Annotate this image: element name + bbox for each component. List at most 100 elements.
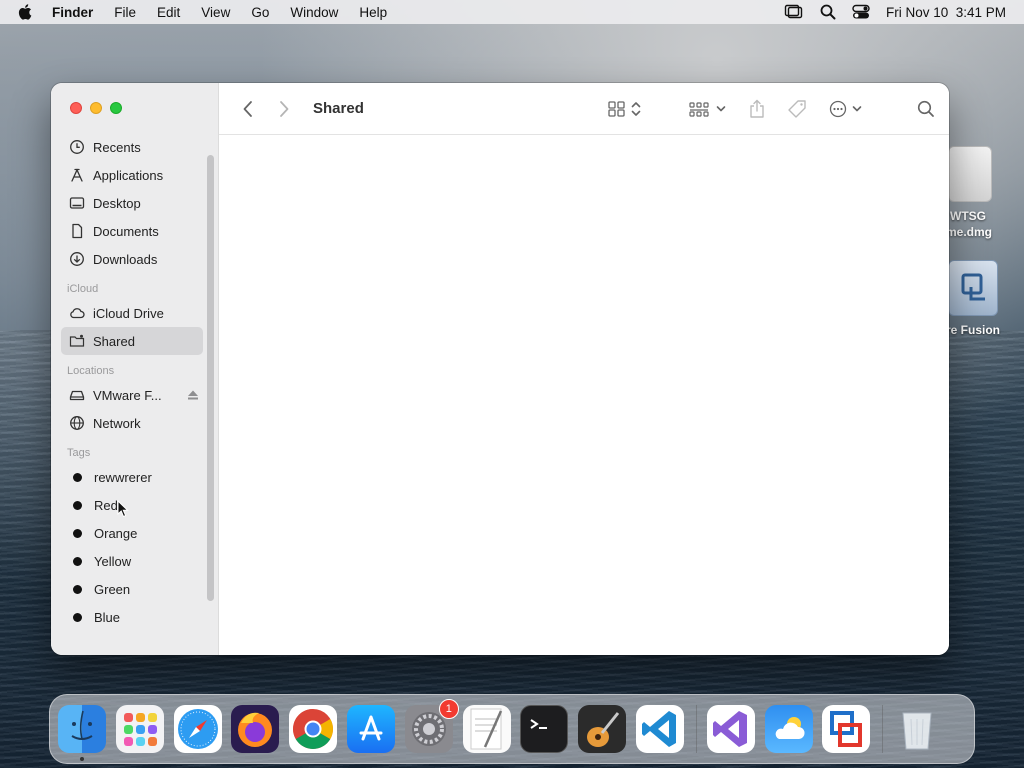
sidebar-tag-yellow[interactable]: Yellow: [61, 547, 203, 575]
zoom-button[interactable]: [110, 102, 122, 114]
forward-button[interactable]: [275, 100, 293, 118]
tag-color-dot: [73, 612, 82, 622]
search-button[interactable]: [917, 100, 935, 118]
forward-icon: [280, 100, 289, 117]
desktop-icon-vmware[interactable]: re Fusion: [940, 260, 1024, 338]
tag-color-dot: [73, 500, 82, 510]
sidebar-item-vmware[interactable]: VMware F...: [61, 381, 203, 409]
view-mode-button[interactable]: [608, 100, 642, 118]
close-button[interactable]: [70, 102, 82, 114]
sidebar-item-label: Green: [94, 581, 131, 597]
tag-color-dot: [73, 556, 82, 566]
sidebar-item-label: VMware F...: [93, 387, 162, 403]
dock-safari[interactable]: [173, 705, 222, 753]
sidebar-tag-green[interactable]: Green: [61, 575, 203, 603]
desktop-icon-label: re Fusion: [946, 323, 1001, 337]
sidebar-section-icloud: iCloud: [67, 283, 99, 295]
dock: 1: [49, 694, 975, 764]
icon-view-icon: [608, 100, 625, 117]
group-button[interactable]: [689, 101, 727, 117]
document-icon: [72, 223, 83, 239]
back-button[interactable]: [239, 100, 257, 118]
sidebar-item-recents[interactable]: Recents: [61, 133, 203, 161]
menu-help[interactable]: Help: [359, 5, 387, 20]
sidebar-item-network[interactable]: Network: [61, 409, 203, 437]
sidebar-item-label: Recents: [93, 139, 141, 155]
desktop-icon-dmg[interactable]: WTSG me.dmg: [940, 146, 1024, 240]
firefox-icon: [238, 712, 273, 747]
menu-view[interactable]: View: [201, 5, 230, 20]
more-actions-button[interactable]: [829, 100, 863, 118]
apple-menu-icon[interactable]: [17, 3, 35, 21]
dock-finder[interactable]: [58, 705, 106, 761]
menu-edit[interactable]: Edit: [157, 5, 180, 20]
sidebar-item-downloads[interactable]: Downloads: [61, 245, 203, 273]
dock-firefox[interactable]: [231, 705, 280, 753]
dock-vmware-fusion[interactable]: [822, 705, 871, 753]
updown-chevron-icon: [631, 101, 641, 116]
dock-app-store[interactable]: [346, 705, 395, 753]
sidebar-item-label: Downloads: [93, 251, 158, 267]
menu-app-name[interactable]: Finder: [52, 5, 93, 20]
sidebar-item-label: rewwrerer: [94, 469, 152, 485]
sidebar-section-tags: Tags: [67, 447, 91, 459]
sidebar-item-label: Blue: [94, 609, 121, 625]
textedit-icon: [470, 708, 502, 750]
launchpad-icon: [123, 713, 157, 746]
dock-terminal[interactable]: [520, 705, 569, 753]
menu-file[interactable]: File: [114, 5, 136, 20]
back-icon: [243, 100, 252, 117]
menu-window[interactable]: Window: [290, 5, 338, 20]
sidebar-scrollbar[interactable]: [207, 155, 214, 601]
dock-chrome[interactable]: [289, 705, 338, 753]
applications-icon: [71, 168, 83, 182]
sidebar-item-label: Orange: [94, 525, 138, 541]
dock-textedit[interactable]: [462, 705, 511, 753]
window-controls: [70, 102, 122, 114]
dock-weather[interactable]: [764, 705, 813, 753]
control-center-icon[interactable]: [852, 4, 870, 20]
running-indicator: [80, 757, 84, 761]
shared-folder-icon: [69, 334, 85, 347]
sidebar-tag-rewwrerer[interactable]: rewwrerer: [61, 463, 203, 491]
stage-manager-icon[interactable]: [784, 4, 804, 20]
tag-color-dot: [73, 472, 82, 482]
dock-launchpad[interactable]: [115, 705, 164, 753]
menu-go[interactable]: Go: [251, 5, 269, 20]
tag-button[interactable]: [787, 99, 807, 119]
dock-vscode[interactable]: [635, 705, 684, 753]
sidebar-item-shared[interactable]: Shared: [61, 327, 203, 355]
weather-icon: [775, 717, 805, 739]
share-button[interactable]: [749, 99, 765, 119]
sidebar-item-applications[interactable]: Applications: [61, 161, 203, 189]
eject-icon[interactable]: [187, 389, 199, 401]
group-icon: [689, 101, 709, 117]
terminal-icon: [530, 719, 548, 729]
sidebar-tag-red[interactable]: Red: [61, 491, 203, 519]
dmg-file-icon: [948, 146, 992, 202]
sidebar-item-desktop[interactable]: Desktop: [61, 189, 203, 217]
safari-icon: [177, 709, 218, 749]
finder-window: Recents Applications Desktop Documents D…: [51, 83, 949, 655]
menu-clock[interactable]: Fri Nov 10 3:41 PM: [886, 5, 1006, 20]
minimize-button[interactable]: [90, 102, 102, 114]
window-title: Shared: [313, 100, 364, 117]
sidebar-tag-blue[interactable]: Blue: [61, 603, 203, 631]
sidebar: Recents Applications Desktop Documents D…: [51, 83, 219, 655]
dock-garageband[interactable]: [578, 705, 627, 753]
dock-trash[interactable]: [893, 705, 941, 753]
spotlight-search-icon[interactable]: [820, 4, 836, 20]
vmware-fusion-icon: [830, 711, 863, 747]
dock-visual-studio[interactable]: [706, 705, 755, 753]
file-browser-content[interactable]: [219, 136, 949, 655]
dock-system-settings[interactable]: 1: [404, 699, 459, 753]
visual-studio-icon: [712, 711, 747, 747]
sidebar-tag-orange[interactable]: Orange: [61, 519, 203, 547]
tag-color-dot: [73, 584, 82, 594]
desktop-icon-label: WTSG: [950, 209, 986, 223]
trash-icon: [902, 712, 932, 750]
desktop-icon-label: me.dmg: [946, 225, 993, 239]
sidebar-item-icloud-drive[interactable]: iCloud Drive: [61, 299, 203, 327]
sidebar-item-documents[interactable]: Documents: [61, 217, 203, 245]
notification-badge: 1: [438, 699, 459, 719]
